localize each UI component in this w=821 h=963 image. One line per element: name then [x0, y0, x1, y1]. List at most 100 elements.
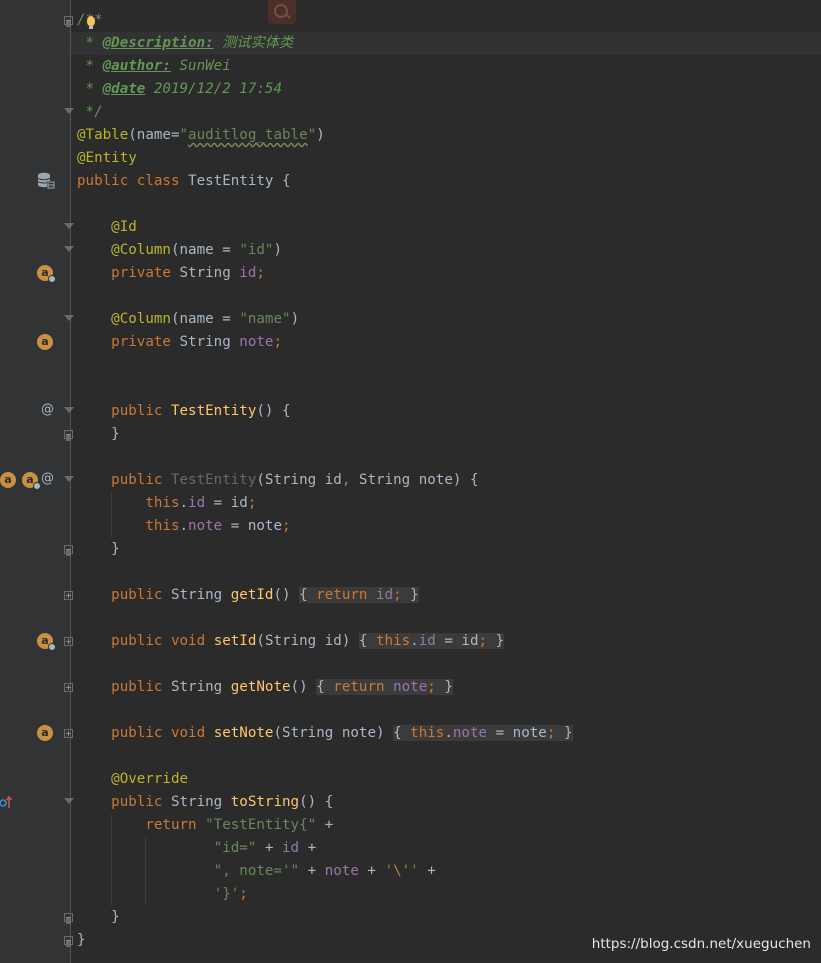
override-icon[interactable] — [0, 795, 12, 809]
implements-annotation-icon[interactable]: @ — [41, 402, 54, 417]
indent-guide — [145, 837, 147, 906]
fold-toggle[interactable] — [64, 476, 74, 485]
code-line[interactable] — [77, 745, 821, 768]
code-line[interactable] — [77, 446, 821, 469]
code-token: 测试实体类 — [213, 35, 294, 51]
fold-toggle[interactable] — [64, 936, 73, 947]
code-line[interactable]: public void setId(String id) { this.id =… — [77, 630, 821, 653]
code-line[interactable]: public TestEntity() { — [77, 400, 821, 423]
code-line[interactable] — [77, 354, 821, 377]
field-icon[interactable]: a — [0, 472, 16, 488]
code-token: "id=" — [213, 840, 257, 856]
fold-toggle[interactable] — [64, 407, 74, 416]
field-key-icon[interactable]: a — [22, 472, 41, 490]
code-token: auditlog_table — [188, 127, 308, 143]
code-line[interactable]: */ — [77, 101, 821, 124]
code-token: , — [341, 472, 359, 488]
code-token: void — [170, 633, 214, 649]
implements-annotation-icon[interactable]: @ — [41, 471, 54, 486]
fold-toggle[interactable] — [64, 430, 73, 441]
fold-toggle[interactable] — [64, 246, 74, 255]
code-token: @Table — [77, 127, 129, 143]
database-icon[interactable] — [37, 172, 55, 190]
code-line[interactable] — [77, 193, 821, 216]
code-token: . — [444, 725, 453, 741]
code-token: setNote — [213, 725, 274, 741]
code-line[interactable]: public String getId() { return id; } — [77, 584, 821, 607]
code-line[interactable]: '}'; — [77, 883, 821, 906]
field-icon[interactable]: a — [37, 334, 53, 350]
code-line[interactable] — [77, 561, 821, 584]
code-line[interactable]: public String getNote() { return note; } — [77, 676, 821, 699]
code-line[interactable]: this.id = id; — [77, 492, 821, 515]
code-line[interactable] — [77, 607, 821, 630]
code-line[interactable]: @Id — [77, 216, 821, 239]
code-line[interactable]: } — [77, 906, 821, 929]
code-line[interactable] — [77, 377, 821, 400]
code-line[interactable]: @Table(name="auditlog_table") — [77, 124, 821, 147]
fold-toggle[interactable] — [64, 637, 73, 646]
code-token: . — [179, 495, 189, 511]
code-line[interactable]: public TestEntity(String id, String note… — [77, 469, 821, 492]
fold-toggle[interactable] — [64, 223, 74, 232]
code-line[interactable]: @Column(name = "name") — [77, 308, 821, 331]
code-line[interactable]: } — [77, 423, 821, 446]
code-line[interactable] — [77, 285, 821, 308]
code-token: = note — [222, 518, 283, 534]
code-token: return — [333, 679, 394, 695]
code-line[interactable] — [77, 653, 821, 676]
code-token: this — [376, 633, 411, 649]
code-token: public — [77, 679, 171, 695]
fold-toggle[interactable] — [64, 315, 74, 324]
fold-toggle[interactable] — [64, 108, 74, 117]
code-token: + — [418, 863, 436, 879]
code-line[interactable]: @Entity — [77, 147, 821, 170]
code-token: public — [77, 725, 171, 741]
fold-toggle[interactable] — [64, 913, 73, 924]
code-token: ; — [282, 518, 291, 534]
code-token: this — [77, 518, 180, 534]
fold-toggle[interactable] — [64, 683, 73, 692]
code-line[interactable]: "id=" + id + — [77, 837, 821, 860]
code-token: + — [299, 840, 317, 856]
code-editor[interactable]: /** * @Description: 测试实体类 * @author: Sun… — [77, 9, 821, 952]
code-line[interactable]: @Override — [77, 768, 821, 791]
field-key-icon[interactable]: a — [37, 265, 56, 283]
fold-toggle[interactable] — [64, 798, 74, 807]
fold-toggle[interactable] — [64, 16, 73, 27]
code-token: ' — [384, 863, 394, 879]
code-line[interactable]: * @date 2019/12/2 17:54 — [77, 78, 821, 101]
code-line[interactable]: } — [77, 538, 821, 561]
fold-toggle[interactable] — [64, 729, 73, 738]
code-token: } — [555, 725, 573, 741]
fold-toggle[interactable] — [64, 545, 73, 556]
code-line[interactable]: * @Description: 测试实体类 — [77, 32, 821, 55]
code-line[interactable]: @Column(name = "id") — [77, 239, 821, 262]
code-line[interactable]: public class TestEntity { — [77, 170, 821, 193]
code-line[interactable]: private String note; — [77, 331, 821, 354]
code-token: = id — [205, 495, 248, 511]
code-line[interactable]: * @author: SunWei — [77, 55, 821, 78]
code-line[interactable]: ", note='" + note + '\'' + — [77, 860, 821, 883]
code-token: setId — [213, 633, 257, 649]
code-line[interactable]: private String id; — [77, 262, 821, 285]
code-token: id — [376, 587, 394, 603]
code-line[interactable]: public String toString() { — [77, 791, 821, 814]
code-line[interactable]: this.note = note; — [77, 515, 821, 538]
code-token: + — [316, 817, 334, 833]
code-line[interactable]: public void setNote(String note) { this.… — [77, 722, 821, 745]
code-token: } — [487, 633, 505, 649]
code-line[interactable]: return "TestEntity{" + — [77, 814, 821, 837]
code-token: id — [282, 840, 300, 856]
fold-toggle[interactable] — [64, 591, 73, 600]
intention-bulb-icon[interactable] — [87, 16, 95, 29]
code-line[interactable]: /** — [77, 9, 821, 32]
code-line[interactable] — [77, 699, 821, 722]
code-token: note — [239, 334, 274, 350]
field-key-icon[interactable]: a — [37, 633, 56, 651]
code-token: } — [435, 679, 453, 695]
field-icon[interactable]: a — [37, 725, 53, 741]
code-token: ) — [290, 311, 300, 327]
code-token: ; — [478, 633, 488, 649]
code-token: (String id — [256, 472, 342, 488]
